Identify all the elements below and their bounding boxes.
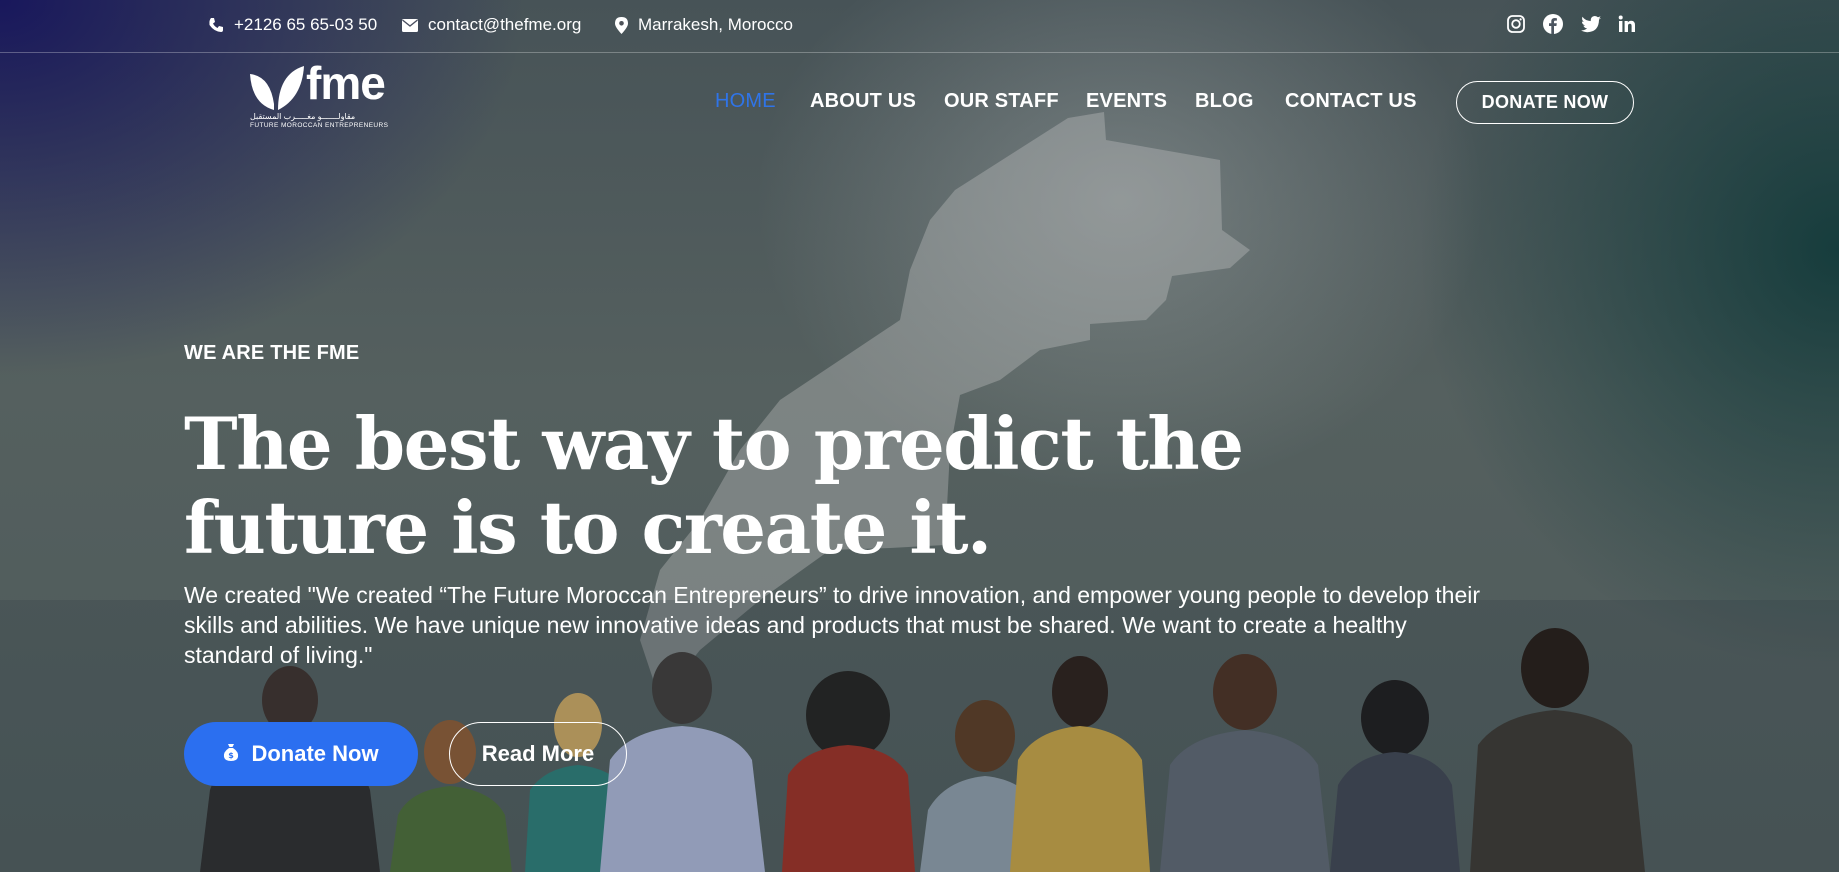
email-contact[interactable]: contact@thefme.org: [402, 14, 581, 36]
logo-tagline: FUTURE MOROCCAN ENTREPRENEURS: [250, 122, 389, 129]
phone-icon: [209, 18, 223, 32]
money-bag-icon: $: [223, 743, 239, 766]
donate-now-label: Donate Now: [251, 741, 379, 766]
instagram-icon[interactable]: [1505, 13, 1527, 35]
logo-wordmark: fme: [306, 57, 386, 109]
read-more-button[interactable]: Read More: [449, 722, 627, 786]
top-contact-bar: +2126 65 65-03 50 contact@thefme.org Mar…: [0, 0, 1839, 53]
phone-contact[interactable]: +2126 65 65-03 50: [208, 14, 377, 36]
hero-headline: The best way to predict the future is to…: [184, 401, 1244, 570]
hero-description: We created "We created “The Future Moroc…: [184, 582, 1481, 668]
nav-about-us[interactable]: ABOUT US: [810, 90, 916, 113]
email-address: contact@thefme.org: [428, 15, 582, 34]
linkedin-icon[interactable]: [1616, 13, 1638, 35]
hero-eyebrow: WE ARE THE FME: [184, 342, 360, 364]
donate-now-button[interactable]: $ Donate Now: [184, 722, 418, 786]
location-text: Marrakesh, Morocco: [638, 15, 793, 34]
envelope-icon: [402, 18, 418, 32]
nav-contact-us[interactable]: CONTACT US: [1285, 90, 1417, 113]
svg-text:$: $: [229, 751, 235, 760]
phone-number: +2126 65 65-03 50: [234, 15, 378, 34]
leaf-logo-mark: [250, 66, 304, 110]
location-contact: Marrakesh, Morocco: [615, 14, 793, 36]
nav-our-staff[interactable]: OUR STAFF: [944, 90, 1059, 113]
facebook-icon[interactable]: [1542, 13, 1564, 35]
fme-logo[interactable]: fme مقاولـــــــو مغـــــرب المستقبل FUT…: [246, 57, 396, 134]
nav-blog[interactable]: BLOG: [1195, 90, 1254, 113]
twitter-icon[interactable]: [1580, 13, 1602, 35]
donate-now-nav-button[interactable]: DONATE NOW: [1456, 81, 1634, 124]
map-pin-icon: [615, 16, 628, 34]
nav-events[interactable]: EVENTS: [1086, 90, 1167, 113]
nav-home[interactable]: HOME: [715, 90, 776, 113]
logo-arabic-tagline: مقاولـــــــو مغـــــرب المستقبل: [250, 112, 356, 121]
